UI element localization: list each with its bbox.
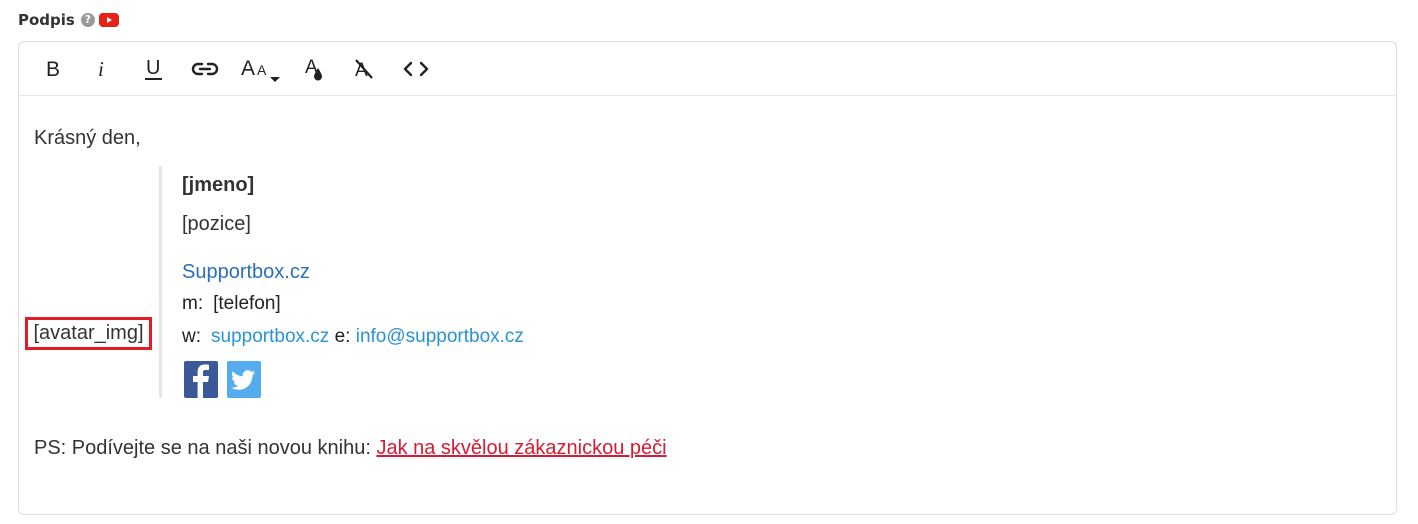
facebook-icon[interactable]: [184, 361, 218, 398]
signature-name: [jmeno]: [182, 174, 255, 196]
ps-text: PS: Podívejte se na naši novou knihu:: [34, 437, 371, 459]
avatar-placeholder[interactable]: [avatar_img]: [25, 317, 152, 350]
editor-content[interactable]: Krásný den, [avatar_img] [jmeno] [pozice…: [19, 96, 1396, 516]
book-link[interactable]: Jak na skvělou zákaznickou péči: [376, 437, 666, 459]
signature-position: [pozice]: [182, 213, 251, 235]
underline-icon: U: [145, 57, 162, 80]
font-size-icon: A A: [241, 57, 280, 82]
web-link[interactable]: supportbox.cz: [211, 326, 329, 347]
phone-label: m:: [182, 293, 204, 314]
svg-text:A: A: [241, 57, 255, 80]
signature-divider: [159, 166, 162, 398]
text-color-button[interactable]: A: [297, 54, 331, 84]
field-label: Podpis: [18, 11, 75, 29]
company-link[interactable]: Supportbox.cz: [182, 261, 310, 284]
help-icon[interactable]: ?: [80, 13, 95, 27]
svg-text:i: i: [98, 58, 104, 80]
italic-button[interactable]: i: [85, 54, 119, 84]
clear-formatting-button[interactable]: A: [347, 54, 381, 84]
source-code-button[interactable]: [399, 54, 433, 84]
web-label: w:: [182, 326, 201, 347]
svg-text:A: A: [257, 62, 267, 78]
clear-formatting-icon: A: [355, 59, 373, 80]
twitter-icon[interactable]: [227, 361, 261, 398]
italic-icon: i: [98, 58, 104, 80]
bold-icon: B: [46, 58, 60, 80]
signature-phone: m: [telefon]: [182, 293, 281, 315]
bold-button[interactable]: B: [36, 54, 70, 84]
signature-contact: w: supportbox.cz e: info@supportbox.cz: [182, 326, 524, 348]
ps-line: PS: Podívejte se na naši novou knihu: Ja…: [34, 437, 667, 460]
email-link[interactable]: info@supportbox.cz: [356, 326, 524, 347]
svg-text:B: B: [46, 58, 60, 80]
svg-text:U: U: [146, 57, 160, 79]
signature-editor[interactable]: B i U A A A A Krásný den, [avatar_img] […: [18, 41, 1397, 515]
field-label-row: Podpis ?: [18, 11, 119, 29]
link-button[interactable]: [188, 54, 222, 84]
social-icons: [184, 361, 261, 398]
email-label: e:: [334, 326, 351, 347]
text-color-icon: A: [305, 57, 322, 81]
editor-toolbar: B i U A A A A: [19, 42, 1396, 96]
youtube-icon[interactable]: [98, 13, 119, 27]
code-icon: [403, 61, 429, 77]
greeting-text: Krásný den,: [34, 127, 141, 149]
phone-value: [telefon]: [213, 293, 281, 314]
link-icon: [191, 62, 219, 76]
underline-button[interactable]: U: [137, 54, 171, 84]
font-size-button[interactable]: A A: [239, 54, 285, 84]
